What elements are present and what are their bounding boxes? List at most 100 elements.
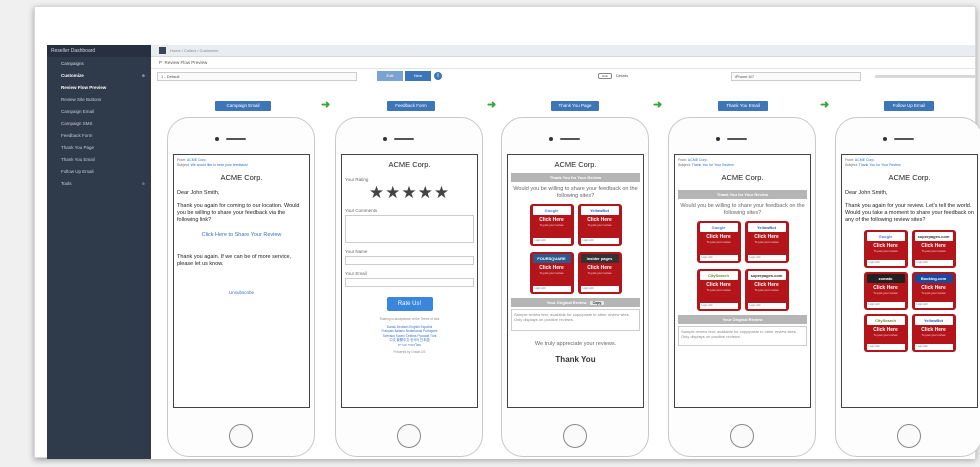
device-select[interactable]: iPhone 6/7: [731, 72, 861, 81]
sidebar-list: Dashboard⊕Monitor⊕Collect⊕CampaignsCusto…: [47, 57, 194, 189]
speaker-icon: [560, 138, 580, 140]
company-name: ACME Corp.: [388, 160, 431, 169]
stage-thank-you-page[interactable]: Thank You Page: [551, 101, 599, 111]
arrow-right-icon: ➜: [487, 99, 497, 111]
edit-button[interactable]: Edit: [377, 71, 403, 81]
login-bar: Login with: [532, 238, 571, 244]
review-site-card[interactable]: superpages.com Click Here To post your rev…: [911, 230, 956, 268]
email-field[interactable]: [345, 278, 474, 287]
email-subject: Subject: We would like to hear your feed…: [177, 163, 306, 168]
camera-icon: [716, 137, 720, 141]
post-review: To post your review: [706, 240, 731, 244]
star-rating[interactable]: ★★★★★: [345, 184, 474, 202]
new-button[interactable]: New: [405, 71, 431, 81]
copy-button[interactable]: Copy: [589, 301, 605, 305]
arrow-right-icon: ➜: [321, 99, 331, 111]
menu-icon[interactable]: [159, 47, 166, 54]
review-site-card[interactable]: Google Click Here To post your review Login…: [696, 221, 741, 263]
subject-label: Subject:: [845, 162, 858, 167]
review-site-card[interactable]: CitySearch Click Here To post your review L…: [696, 269, 741, 311]
google-logo: Google: [699, 223, 738, 232]
expand-icon: ⊕: [141, 180, 145, 186]
sidebar-item-feedback-form[interactable]: Feedback Form: [47, 129, 151, 141]
email-label: Your Email: [345, 271, 367, 276]
stage-feedback-form[interactable]: Feedback Form: [387, 101, 435, 111]
sidebar-item-customize[interactable]: Customize ⊕: [47, 69, 151, 81]
zoom-slider[interactable]: [875, 75, 975, 78]
superpages-logo: superpages.com: [747, 271, 786, 280]
review-site-card[interactable]: zomato Click Here To post your review Login…: [863, 272, 908, 310]
powered-by: Powered by Grade.US: [393, 350, 426, 354]
thank-you-heading: Thank You: [555, 355, 596, 364]
original-review-text: Sample review text; available for copy/p…: [511, 309, 640, 331]
review-site-card[interactable]: CitySearch Click Here To post your review L…: [863, 314, 908, 352]
sidebar-item-campaign-sms[interactable]: Campaign SMS: [47, 117, 151, 129]
sidebar-item-label: Customize: [61, 72, 84, 78]
from-value: ACME Corp.: [687, 158, 708, 162]
details-toggle[interactable]: Hide: [598, 73, 612, 79]
post-review: To post your review: [873, 249, 898, 253]
info-icon[interactable]: i: [434, 72, 442, 80]
sidebar-item-thank-you-email[interactable]: Thank You Email: [47, 153, 151, 165]
thank-you-email-screen: From: ACME Corp. Subject: Thank You for …: [674, 154, 811, 408]
unsubscribe-link[interactable]: Unsubscribe: [177, 290, 306, 295]
company-name: ACME Corp.: [721, 173, 764, 182]
post-review: To post your review: [873, 291, 898, 295]
sidebar-item-thank-you-page[interactable]: Thank You Page: [47, 141, 151, 153]
sidebar-item-campaign-email[interactable]: Campaign Email: [47, 105, 151, 117]
review-site-card[interactable]: YellowBot Click Here To post your review Lo…: [911, 314, 956, 352]
share-review-link[interactable]: Click Here to Share Your Review: [177, 232, 306, 238]
superpages-logo: superpages.com: [914, 232, 953, 241]
subject-value: Thank You for Your Review: [691, 162, 734, 167]
zomato-logo: zomato: [866, 274, 905, 283]
review-site-card[interactable]: YellowBot Click Here To post your review Lo…: [577, 204, 622, 246]
home-button: [730, 424, 754, 448]
review-site-grid: Google Click Here To post your review Login…: [511, 204, 640, 294]
home-button: [897, 424, 921, 448]
stage-thank-you-email[interactable]: Thank You Email: [718, 101, 768, 111]
sidebar-item-tools[interactable]: Tools ⊕: [47, 177, 151, 189]
review-site-card[interactable]: YellowBot Click Here To post your review Lo…: [744, 221, 789, 263]
breadcrumb[interactable]: Home / Collect / Customize: [170, 48, 218, 53]
sidebar-item-review-site-buttons[interactable]: Review Site Buttons: [47, 93, 151, 105]
home-button: [229, 424, 253, 448]
email-subject: Subject: Thank You for Your Review: [845, 163, 974, 168]
camera-icon: [383, 137, 387, 141]
yellowbot-logo: YellowBot: [580, 206, 619, 215]
from-value: ACME Corp.: [854, 158, 875, 162]
speaker-icon: [394, 138, 414, 140]
post-review: To post your review: [873, 333, 898, 337]
phone-thank-you-email: From: ACME Corp. Subject: Thank You for …: [668, 117, 816, 457]
review-site-card[interactable]: insider pages Click Here To post your revi…: [577, 252, 622, 294]
sidebar-item-review-flow-preview[interactable]: Review Flow Preview: [47, 81, 151, 93]
review-site-card[interactable]: Google Click Here To post your review Login…: [863, 230, 908, 268]
review-site-grid: Google Click Here To post your review Login…: [678, 221, 807, 311]
profile-select[interactable]: 1 - Default: [157, 72, 357, 81]
language-links[interactable]: עברית ภาษาไทย: [345, 343, 474, 348]
sidebar-item-follow-up-email[interactable]: Follow Up Email: [47, 165, 151, 177]
camera-icon: [883, 137, 887, 141]
stage-campaign-email[interactable]: Campaign Email: [215, 101, 271, 111]
post-review: To post your review: [754, 240, 779, 244]
login-bar: Login with: [580, 238, 619, 244]
details-label: Details: [616, 73, 629, 78]
review-site-card[interactable]: Booking.com Click Here To post your review…: [911, 272, 956, 310]
subject-label: Subject:: [177, 162, 190, 167]
sidebar-item-campaigns[interactable]: Campaigns: [47, 57, 151, 69]
name-field[interactable]: [345, 256, 474, 265]
review-site-card[interactable]: superpages.com Click Here To post your rev…: [744, 269, 789, 311]
home-button: [397, 424, 421, 448]
top-strip: [35, 7, 975, 43]
login-bar: Login with: [866, 344, 905, 350]
review-site-card[interactable]: Google Click Here To post your review Login…: [529, 204, 574, 246]
stage-follow-up-email[interactable]: Follow Up Email: [884, 101, 934, 111]
sidebar-item-label: Review Flow Preview: [61, 84, 107, 90]
review-site-card[interactable]: FOURSQUARE Click Here To post your review L…: [529, 252, 574, 294]
camera-icon: [215, 137, 219, 141]
comments-field[interactable]: [345, 215, 474, 243]
main-content: Home / Collect / Customize P Review Flow…: [151, 45, 980, 459]
original-review-bar: Your Original Review Copy: [511, 298, 640, 307]
rate-us-button[interactable]: Rate Us!: [386, 297, 433, 311]
sidebar-item-label: Review Site Buttons: [61, 96, 102, 102]
page-title-text: Review Flow Preview: [164, 60, 208, 65]
